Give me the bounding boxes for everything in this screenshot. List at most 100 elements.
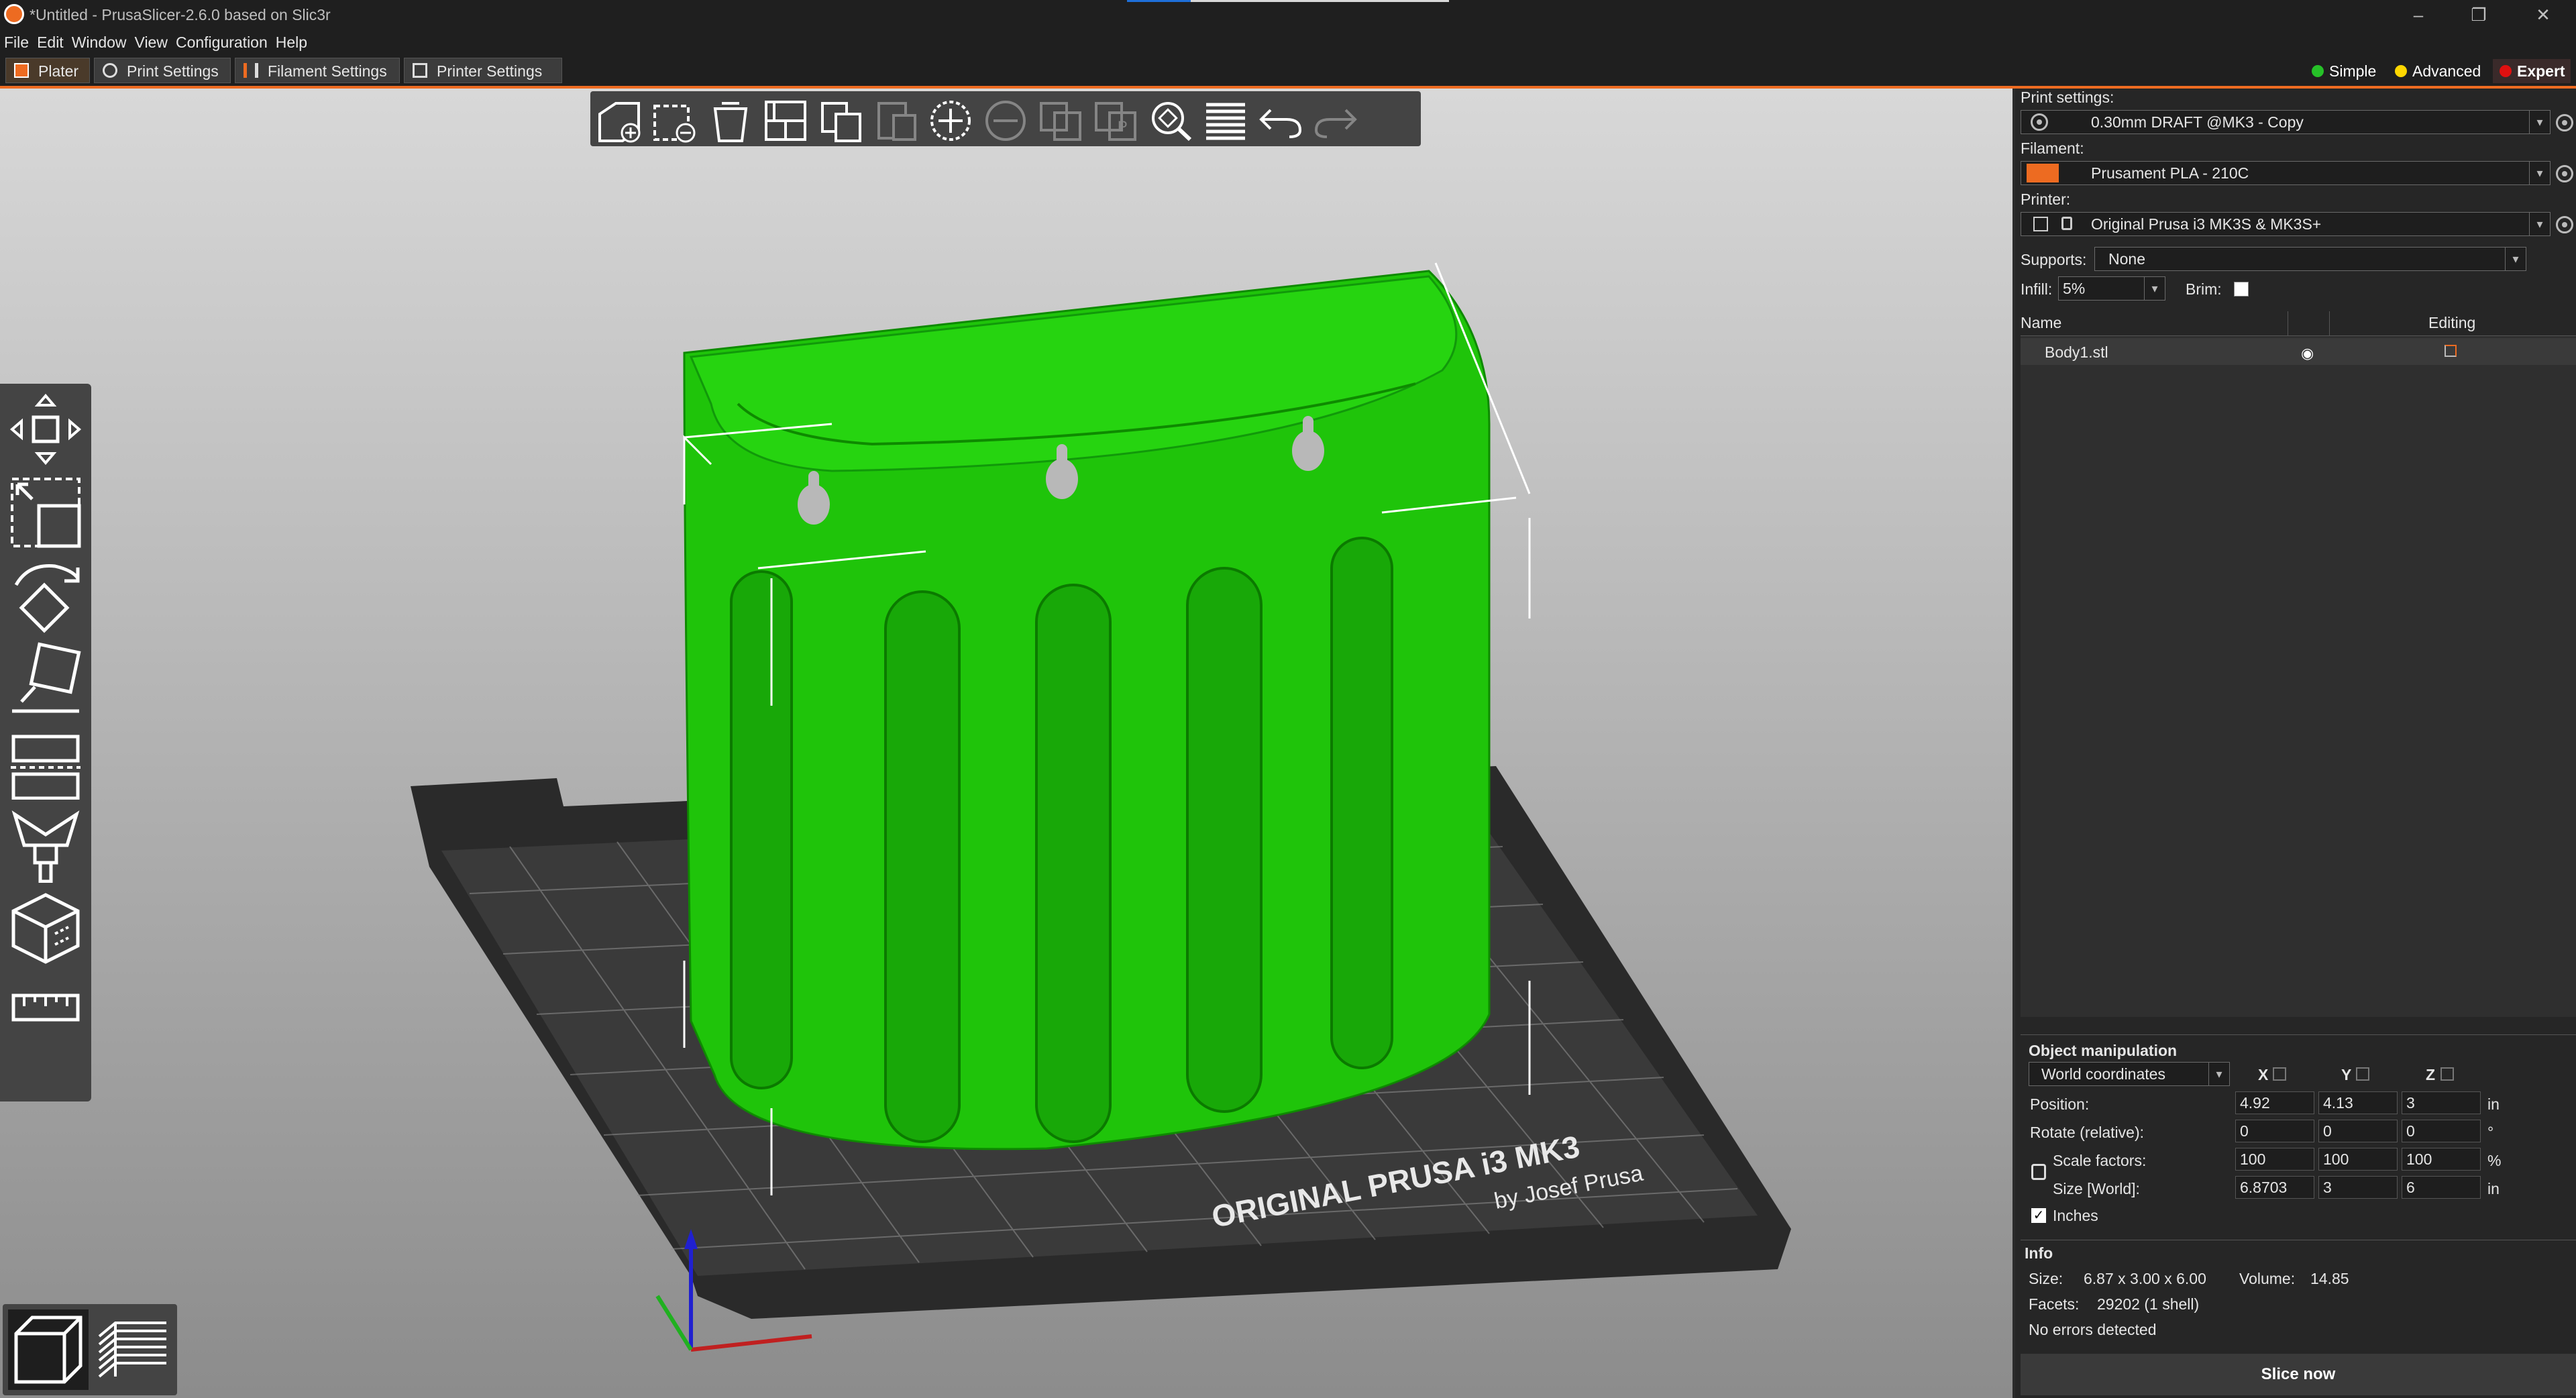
size-y-field[interactable]: 3 — [2318, 1176, 2398, 1199]
delete-all-icon[interactable] — [706, 97, 755, 144]
delete-icon[interactable] — [651, 97, 700, 144]
print-settings-label: Print settings: — [2021, 89, 2114, 106]
position-y-field[interactable]: 4.13 — [2318, 1091, 2398, 1114]
menu-window[interactable]: Window — [68, 30, 131, 52]
split-parts-icon[interactable]: P — [1091, 97, 1140, 144]
drop-to-bed-x-icon[interactable] — [2273, 1067, 2286, 1081]
inches-label: Inches — [2053, 1207, 2098, 1224]
3d-scene[interactable]: ORIGINAL PRUSA i3 MK3 by Josef Prusa P — [0, 89, 2012, 1398]
slice-now-button[interactable]: Slice now — [2021, 1354, 2576, 1395]
restore-button[interactable]: ❐ — [2449, 0, 2509, 30]
remove-instance-icon[interactable] — [981, 97, 1030, 144]
position-unit: in — [2487, 1095, 2500, 1113]
scale-x-field[interactable]: 100 — [2235, 1148, 2314, 1171]
copy-icon[interactable] — [816, 97, 865, 144]
filament-gear-icon[interactable] — [2556, 165, 2573, 182]
close-button[interactable]: ✕ — [2513, 0, 2573, 30]
tab-printer-settings[interactable]: Printer Settings — [404, 58, 562, 83]
lock-icon[interactable] — [2031, 1164, 2046, 1180]
scene-canvas[interactable]: ORIGINAL PRUSA i3 MK3 by Josef Prusa — [0, 89, 2012, 1398]
measure-icon[interactable] — [8, 981, 83, 1034]
mode-simple[interactable]: Simple — [2305, 59, 2384, 83]
filament-color-swatch — [2027, 164, 2059, 182]
axis-y-label: Y — [2341, 1066, 2352, 1083]
add-icon[interactable] — [596, 97, 645, 144]
position-z-field[interactable]: 3 — [2402, 1091, 2481, 1114]
printer-combo[interactable]: Original Prusa i3 MK3S & MK3S+ ▾ — [2021, 212, 2551, 236]
menu-file[interactable]: File — [0, 30, 33, 52]
search-icon[interactable] — [1146, 97, 1195, 144]
menu-view[interactable]: View — [131, 30, 172, 52]
rotate-y-field[interactable]: 0 — [2318, 1120, 2398, 1142]
chevron-down-icon: ▾ — [2144, 277, 2165, 300]
inches-checkbox[interactable]: ✓ — [2031, 1208, 2046, 1223]
tab-print-settings[interactable]: Print Settings — [94, 58, 231, 83]
paste-icon[interactable] — [871, 97, 920, 144]
list-item[interactable]: Body1.stl ◉ — [2021, 338, 2576, 365]
rotate-z-field[interactable]: 0 — [2402, 1120, 2481, 1142]
paint-supports-icon[interactable] — [8, 808, 83, 883]
3d-view-icon[interactable] — [8, 1309, 89, 1390]
filament-combo[interactable]: Prusament PLA - 210C ▾ — [2021, 161, 2551, 185]
edit-icon[interactable] — [2445, 345, 2457, 357]
mode-expert-label: Expert — [2517, 62, 2565, 80]
rotate-unit: ° — [2487, 1124, 2494, 1141]
undo-icon[interactable] — [1256, 97, 1305, 144]
redo-icon[interactable] — [1311, 97, 1360, 144]
print-settings-gear-icon[interactable] — [2556, 114, 2573, 131]
coordinate-system-combo[interactable]: World coordinates ▾ — [2029, 1062, 2230, 1086]
size-x-field[interactable]: 6.8703 — [2235, 1176, 2314, 1199]
position-label: Position: — [2030, 1095, 2090, 1113]
column-name[interactable]: Name — [2021, 314, 2061, 332]
menu-configuration[interactable]: Configuration — [172, 30, 272, 52]
rotate-x-field[interactable]: 0 — [2235, 1120, 2314, 1142]
menu-edit[interactable]: Edit — [33, 30, 68, 52]
eye-icon[interactable]: ◉ — [2301, 345, 2314, 362]
info-errors: No errors detected — [2029, 1321, 2157, 1338]
minimize-button[interactable]: – — [2388, 0, 2449, 30]
object-name: Body1.stl — [2045, 343, 2108, 361]
place-on-face-icon[interactable] — [8, 641, 83, 716]
tab-plater-label: Plater — [38, 62, 79, 80]
mode-expert[interactable]: Expert — [2493, 59, 2571, 83]
column-editing[interactable]: Editing — [2428, 314, 2475, 332]
arrange-icon[interactable] — [761, 97, 810, 144]
rotate-icon[interactable] — [8, 558, 83, 633]
cut-icon[interactable] — [8, 724, 83, 800]
supports-combo[interactable]: None ▾ — [2094, 247, 2526, 271]
position-x-field[interactable]: 4.92 — [2235, 1091, 2314, 1114]
split-objects-icon[interactable] — [1036, 97, 1085, 144]
menu-help[interactable]: Help — [272, 30, 311, 52]
drop-to-bed-y-icon[interactable] — [2356, 1067, 2369, 1081]
scale-z-field[interactable]: 100 — [2402, 1148, 2481, 1171]
move-icon[interactable] — [8, 392, 83, 467]
preview-icon[interactable] — [93, 1309, 173, 1390]
size-z-field[interactable]: 6 — [2402, 1176, 2481, 1199]
print-settings-value: 0.30mm DRAFT @MK3 - Copy — [2091, 113, 2304, 131]
brim-label: Brim: — [2186, 280, 2222, 298]
prusaslicer-logo-icon — [4, 4, 24, 24]
brim-checkbox[interactable] — [2234, 282, 2249, 297]
tab-filament-settings[interactable]: Filament Settings — [235, 58, 400, 83]
gizmo-toolbar — [0, 384, 91, 1101]
title-bar: *Untitled - PrusaSlicer-2.6.0 based on S… — [0, 0, 2576, 30]
drop-to-bed-z-icon[interactable] — [2440, 1067, 2454, 1081]
print-settings-combo[interactable]: 0.30mm DRAFT @MK3 - Copy ▾ — [2021, 110, 2551, 134]
tab-plater[interactable]: Plater — [5, 58, 90, 83]
info-title: Info — [2025, 1244, 2053, 1262]
axis-x-label: X — [2258, 1066, 2269, 1083]
scale-icon[interactable] — [8, 475, 83, 550]
add-instance-icon[interactable] — [926, 97, 975, 144]
scale-y-field[interactable]: 100 — [2318, 1148, 2398, 1171]
tab-bar: Plater Print Settings Filament Settings … — [0, 56, 2576, 89]
axis-z-label: Z — [2426, 1066, 2436, 1083]
seam-painting-icon[interactable] — [8, 891, 83, 966]
layers-editing-icon[interactable] — [1201, 97, 1250, 144]
printer-gear-icon[interactable] — [2556, 216, 2573, 233]
object-manipulation: Object manipulation World coordinates ▾ … — [2021, 1034, 2576, 1231]
view-switch — [3, 1304, 177, 1395]
menu-bar: File Edit Window View Configuration Help — [0, 30, 2576, 56]
infill-combo[interactable]: 5% ▾ — [2058, 276, 2165, 301]
chevron-down-icon: ▾ — [2208, 1063, 2229, 1085]
mode-advanced[interactable]: Advanced — [2388, 59, 2489, 83]
